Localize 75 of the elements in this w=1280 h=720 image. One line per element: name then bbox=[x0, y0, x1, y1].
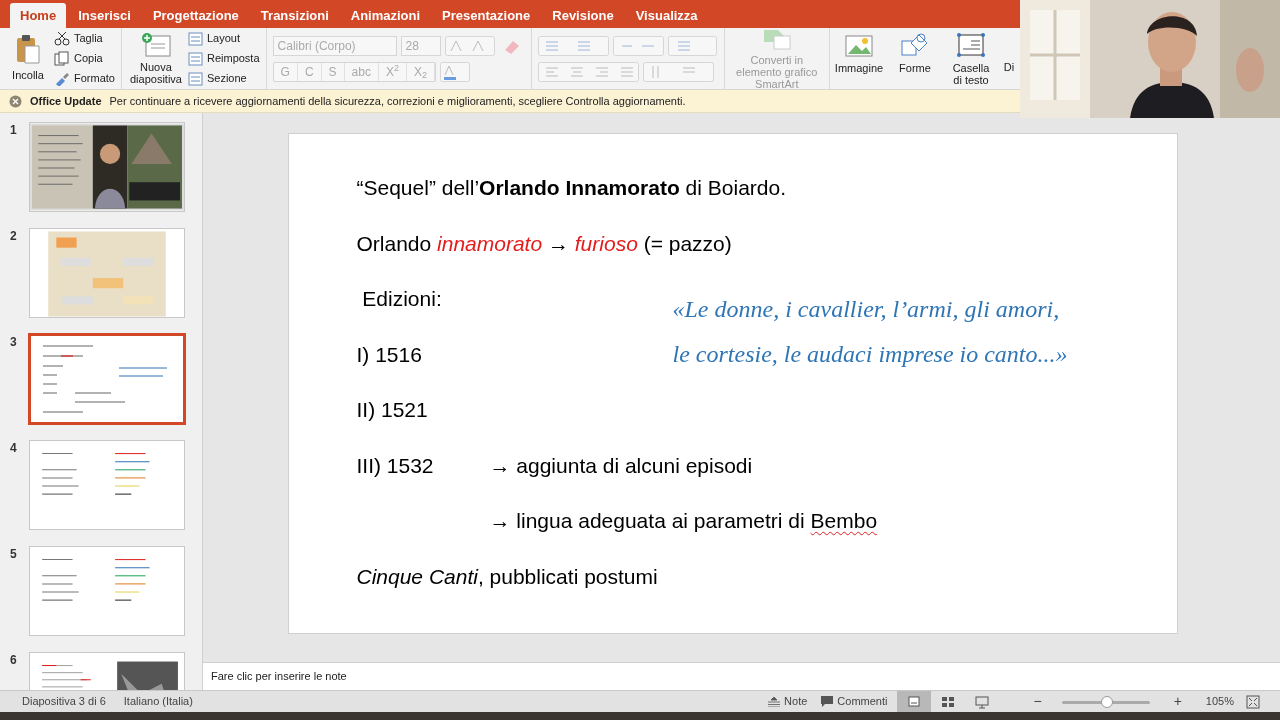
new-slide-icon bbox=[140, 32, 171, 58]
copy-button[interactable]: Copia bbox=[54, 50, 115, 67]
new-slide-button[interactable]: Nuova diapositiva bbox=[127, 32, 184, 85]
fit-window-icon[interactable] bbox=[1246, 694, 1260, 709]
update-message: Per continuare a ricevere aggiornamenti della sicurezza, correzioni e miglioramenti, scegliere Controlla aggiornamenti. bbox=[109, 93, 686, 109]
section-button[interactable]: Sezione bbox=[187, 70, 260, 87]
copy-icon bbox=[54, 51, 70, 66]
shapes-icon bbox=[901, 33, 929, 57]
reset-button[interactable]: Reimposta bbox=[187, 50, 260, 67]
slide-counter: Diapositiva 3 di 6 bbox=[22, 694, 106, 710]
normal-view-icon bbox=[906, 693, 923, 710]
layout-icon bbox=[187, 31, 203, 46]
ribbon-tab[interactable]: Revisione bbox=[542, 3, 624, 28]
scissors-icon bbox=[54, 31, 70, 46]
comment-icon bbox=[821, 696, 834, 707]
cut-button[interactable]: Taglia bbox=[54, 30, 115, 47]
ribbon-tab[interactable]: Animazioni bbox=[340, 3, 431, 28]
close-icon[interactable] bbox=[9, 94, 22, 108]
slide-text: II) 1521 bbox=[356, 397, 428, 423]
ribbon-tab[interactable]: Home bbox=[10, 3, 67, 28]
textbox-icon bbox=[957, 33, 985, 57]
list-controls-icon[interactable] bbox=[537, 35, 718, 56]
clipboard-icon bbox=[15, 33, 41, 64]
ribbon-tab[interactable]: Transizioni bbox=[250, 3, 339, 28]
slide-text: “Sequel” dell’Orlando Innamorato di Boiardo. bbox=[356, 175, 786, 201]
zoom-slider[interactable] bbox=[1061, 695, 1150, 708]
font-color-icon[interactable] bbox=[440, 61, 470, 82]
slide-text: → aggiunta di alcuni episodi bbox=[489, 452, 753, 479]
quote-text: le cortesie, le audaci imprese io canto...» bbox=[672, 340, 1068, 369]
quote-text: «Le donne, i cavallier, l’armi, gli amori, bbox=[672, 295, 1061, 324]
comments-button[interactable]: Commenti bbox=[821, 693, 888, 710]
zoom-out-button[interactable]: − bbox=[1033, 691, 1042, 712]
slide-number: 6 bbox=[10, 652, 18, 669]
format-painter-button[interactable]: Formato bbox=[54, 70, 115, 87]
zoom-level: 105% bbox=[1205, 694, 1234, 710]
slide-thumbnail[interactable] bbox=[29, 122, 185, 212]
image-button[interactable]: Immagine bbox=[836, 33, 882, 74]
notes-button[interactable]: Note bbox=[768, 693, 808, 710]
reset-icon bbox=[187, 51, 203, 66]
slide-text: Edizioni: bbox=[361, 286, 442, 312]
reading-view-icon bbox=[974, 693, 991, 710]
slide-number: 3 bbox=[10, 334, 18, 351]
zoom-in-button[interactable]: + bbox=[1173, 691, 1182, 712]
slide-text: Cinque Canti, pubblicati postumi bbox=[356, 563, 658, 590]
slide-text: I) 1516 bbox=[356, 341, 422, 368]
slide-thumbnail[interactable] bbox=[28, 333, 186, 425]
ribbon-button[interactable]: Di bbox=[1004, 33, 1014, 73]
language-label[interactable]: Italiano (Italia) bbox=[123, 693, 193, 710]
slide-thumbnail[interactable] bbox=[29, 228, 185, 318]
slide-number: 5 bbox=[10, 546, 18, 563]
slide-number: 2 bbox=[10, 228, 18, 245]
slide-thumbnail[interactable] bbox=[29, 546, 185, 636]
slide-text: III) 1532 bbox=[356, 452, 435, 479]
textbox-button[interactable]: Casella di testo bbox=[948, 33, 994, 86]
slide-text: → lingua adeguata ai parametri di Bembo bbox=[489, 508, 878, 534]
layout-button[interactable]: Layout bbox=[187, 30, 260, 47]
update-title: Office Update bbox=[30, 93, 102, 109]
image-icon bbox=[845, 33, 873, 57]
zoom-slider-thumb[interactable] bbox=[1101, 695, 1114, 708]
slide-number: 1 bbox=[10, 122, 18, 139]
ribbon-tab[interactable]: Inserisci bbox=[68, 3, 141, 28]
normal-view-button[interactable] bbox=[897, 691, 932, 712]
notes-field[interactable]: Fare clic per inserire le note bbox=[211, 668, 347, 685]
ribbon-tab[interactable]: Presentazione bbox=[432, 3, 541, 28]
section-icon bbox=[187, 71, 203, 86]
notes-icon bbox=[768, 696, 781, 707]
brush-icon bbox=[54, 71, 70, 86]
ribbon-tab[interactable]: Visualizza bbox=[625, 3, 708, 28]
ribbon-tab[interactable]: Progettazione bbox=[142, 3, 249, 28]
paste-button[interactable]: Incolla bbox=[6, 33, 50, 84]
slide[interactable] bbox=[287, 133, 1178, 634]
slide-text: Orlando innamorato → furioso (= pazzo) bbox=[356, 230, 732, 257]
slide-thumbnail[interactable] bbox=[29, 440, 185, 530]
shapes-button[interactable]: Forme bbox=[892, 33, 938, 74]
slide-number: 4 bbox=[10, 440, 18, 457]
